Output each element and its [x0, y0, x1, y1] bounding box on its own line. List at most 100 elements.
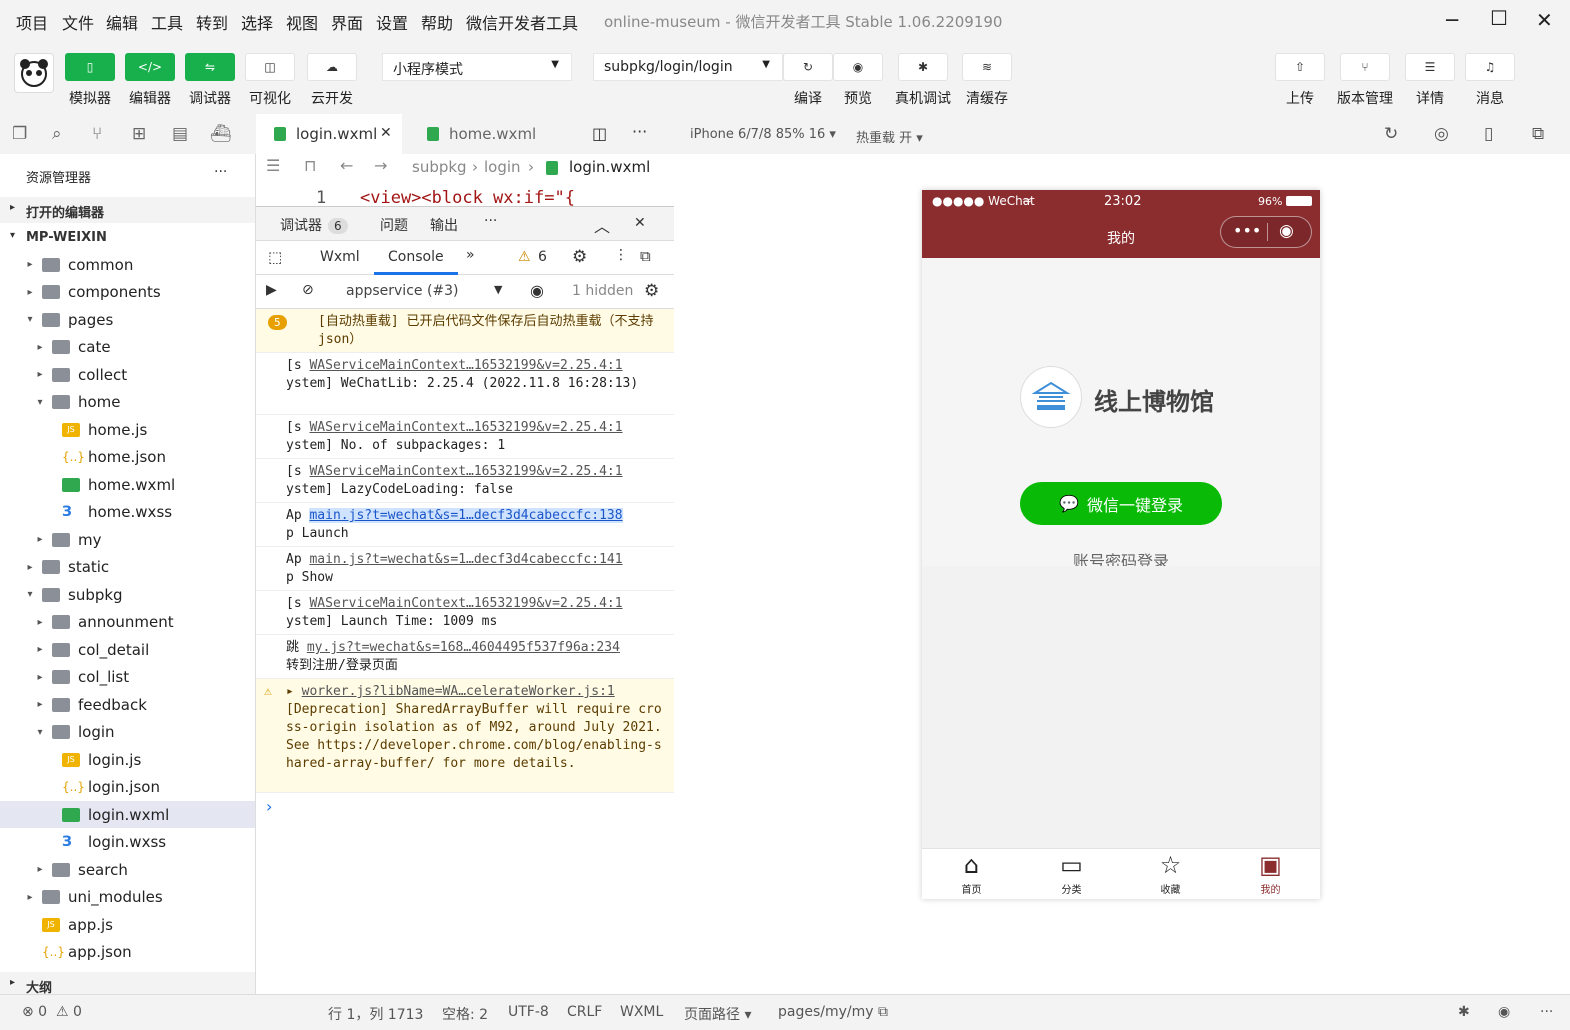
- menu-item-select[interactable]: 选择: [241, 10, 273, 34]
- more-dots-icon[interactable]: •••: [1233, 221, 1261, 240]
- more-tabs-icon[interactable]: »: [466, 247, 475, 263]
- warning-count[interactable]: 6: [538, 249, 547, 265]
- page-select[interactable]: subpkg/login/login ▼: [593, 53, 783, 81]
- console-prompt[interactable]: ›: [266, 797, 272, 816]
- eye-icon[interactable]: ◉: [1498, 1004, 1510, 1020]
- console-log-entry[interactable]: [s WAServiceMainContext…16532199&v=2.25.…: [256, 459, 674, 503]
- kebab-icon[interactable]: ⋮: [614, 247, 628, 263]
- file-tree-item[interactable]: ▸ feedback: [0, 691, 255, 718]
- breadcrumb-subpkg[interactable]: subpkg: [412, 158, 467, 176]
- source-link[interactable]: WAServiceMainContext…16532199&v=2.25.4:1: [309, 596, 622, 611]
- file-tree-item[interactable]: ▸ uni_modules: [0, 884, 255, 911]
- file-tree-item[interactable]: Зlogin.wxss: [0, 829, 255, 856]
- rotate-icon[interactable]: ↻: [1384, 124, 1398, 144]
- file-tree-item[interactable]: {..} home.json: [0, 444, 255, 471]
- mode-select[interactable]: 小程序模式 ▼: [382, 53, 572, 81]
- more-icon[interactable]: ···: [484, 213, 497, 229]
- copy-icon[interactable]: ⧉: [878, 1004, 888, 1020]
- tabbar-mine[interactable]: ▣ 我的: [1221, 849, 1320, 900]
- tab-home-wxml[interactable]: home.wxml: [409, 114, 559, 154]
- file-tree-item[interactable]: Зhome.wxss: [0, 499, 255, 526]
- menu-item-file[interactable]: 文件: [62, 10, 94, 34]
- editor-button[interactable]: </>: [125, 53, 175, 81]
- file-tree-item[interactable]: ▸ my: [0, 526, 255, 553]
- line-ending[interactable]: CRLF: [567, 1004, 602, 1020]
- git-icon[interactable]: ⑂: [92, 124, 102, 144]
- maximize-icon[interactable]: ☐: [1490, 6, 1508, 30]
- hot-reload-toggle[interactable]: 热重载 开 ▾: [856, 127, 923, 146]
- file-tree-item[interactable]: ▸ search: [0, 856, 255, 883]
- file-tree-item[interactable]: ▸ announment: [0, 609, 255, 636]
- file-tree-item[interactable]: JS home.js: [0, 416, 255, 443]
- file-tree-item[interactable]: login.wxml: [0, 801, 255, 828]
- file-tree-item[interactable]: {..} app.json: [0, 939, 255, 966]
- language-mode[interactable]: WXML: [620, 1004, 663, 1020]
- cloud-button[interactable]: ☁: [307, 53, 357, 81]
- open-editors-section[interactable]: ▸ 打开的编辑器: [0, 197, 255, 223]
- console-log-entry[interactable]: 5 [自动热重载] 已开启代码文件保存后自动热重载（不支持 json）: [256, 309, 674, 353]
- menu-item-tools[interactable]: 工具: [151, 10, 183, 34]
- breadcrumb-login[interactable]: login: [484, 158, 521, 176]
- sidebar-toggle-icon[interactable]: ▶: [266, 282, 277, 298]
- source-link[interactable]: worker.js?libName=WA…celerateWorker.js:1: [302, 684, 615, 699]
- tab-debugger[interactable]: 调试器 6: [280, 215, 348, 235]
- visual-button[interactable]: ◫: [245, 53, 295, 81]
- more-icon[interactable]: ···: [1540, 1004, 1553, 1020]
- remote-debug-button[interactable]: ✱: [898, 53, 948, 81]
- menu-item-project[interactable]: 项目: [16, 10, 48, 34]
- more-icon[interactable]: ···: [632, 122, 647, 141]
- gear-icon[interactable]: ⚙: [572, 247, 587, 267]
- device-select[interactable]: iPhone 6/7/8 85% 16 ▾: [690, 127, 836, 142]
- close-icon[interactable]: ✕: [1536, 8, 1553, 32]
- storage-icon[interactable]: ▤: [172, 124, 188, 144]
- file-tree-item[interactable]: ▸ cate: [0, 334, 255, 361]
- record-icon[interactable]: ◎: [1434, 124, 1449, 144]
- file-tree-item[interactable]: ▸ components: [0, 279, 255, 306]
- eye-icon[interactable]: ◉: [530, 281, 544, 300]
- menu-item-help[interactable]: 帮助: [421, 10, 453, 34]
- page-path-label[interactable]: 页面路径 ▾: [684, 1004, 751, 1024]
- menu-item-edit[interactable]: 编辑: [106, 10, 138, 34]
- search-icon[interactable]: ⌕: [52, 124, 62, 144]
- console-log-entry[interactable]: ⚠ ▸ worker.js?libName=WA…celerateWorker.j…: [256, 679, 674, 793]
- back-icon[interactable]: ←: [340, 156, 353, 175]
- code-line[interactable]: 1 <view><block wx:if="{: [256, 184, 674, 206]
- preview-button[interactable]: ◉: [833, 53, 883, 81]
- more-icon[interactable]: ···: [214, 164, 227, 180]
- debugger-button[interactable]: ⇋: [185, 53, 235, 81]
- tab-output[interactable]: 输出: [430, 215, 458, 235]
- menu-item-view[interactable]: 视图: [286, 10, 318, 34]
- bookmark-icon[interactable]: ⊓: [304, 156, 316, 175]
- console-log-entry[interactable]: [s WAServiceMainContext…16532199&v=2.25.…: [256, 591, 674, 635]
- menu-item-goto[interactable]: 转到: [196, 10, 228, 34]
- tab-issues[interactable]: 问题: [380, 215, 408, 235]
- tabbar-home[interactable]: ⌂ 首页: [922, 849, 1021, 900]
- menu-item-devtools[interactable]: 微信开发者工具: [466, 10, 578, 34]
- console-log-entry[interactable]: [s WAServiceMainContext…16532199&v=2.25.…: [256, 353, 674, 415]
- menu-item-settings[interactable]: 设置: [376, 10, 408, 34]
- minimize-icon[interactable]: ─: [1446, 8, 1458, 32]
- tab-login-wxml[interactable]: login.wxml ✕: [256, 114, 402, 154]
- file-tree-item[interactable]: ▸ collect: [0, 361, 255, 388]
- forward-icon[interactable]: →: [374, 156, 387, 175]
- tabbar-category[interactable]: ▭ 分类: [1022, 849, 1121, 900]
- file-tree-item[interactable]: home.wxml: [0, 471, 255, 498]
- details-button[interactable]: ☰: [1405, 53, 1455, 81]
- upload-button[interactable]: ⇧: [1275, 53, 1325, 81]
- console-log-entry[interactable]: 跳 my.js?t=wechat&s=168…4604495f537f96a:2…: [256, 635, 674, 679]
- console-log-entry[interactable]: Ap main.js?t=wechat&s=1…decf3d4cabeccfc:…: [256, 503, 674, 547]
- source-link[interactable]: main.js?t=wechat&s=1…decf3d4cabeccfc:141: [309, 552, 622, 567]
- source-link[interactable]: WAServiceMainContext…16532199&v=2.25.4:1: [309, 358, 622, 373]
- file-tree-item[interactable]: ▸ col_detail: [0, 636, 255, 663]
- gear-icon[interactable]: ⚙: [644, 281, 659, 301]
- extensions-icon[interactable]: ⊞: [132, 124, 146, 144]
- avatar[interactable]: [14, 53, 54, 93]
- source-link[interactable]: WAServiceMainContext…16532199&v=2.25.4:1: [309, 464, 622, 479]
- root-folder-section[interactable]: ▾ MP-WEIXIN: [0, 225, 255, 251]
- menu-item-interface[interactable]: 界面: [331, 10, 363, 34]
- split-editor-icon[interactable]: ◫: [592, 124, 607, 143]
- file-tree-item[interactable]: ▾ home: [0, 389, 255, 416]
- file-tree-item[interactable]: {..} login.json: [0, 774, 255, 801]
- console-log-entry[interactable]: Ap main.js?t=wechat&s=1…decf3d4cabeccfc:…: [256, 547, 674, 591]
- window-icon[interactable]: ⧉: [1532, 124, 1544, 144]
